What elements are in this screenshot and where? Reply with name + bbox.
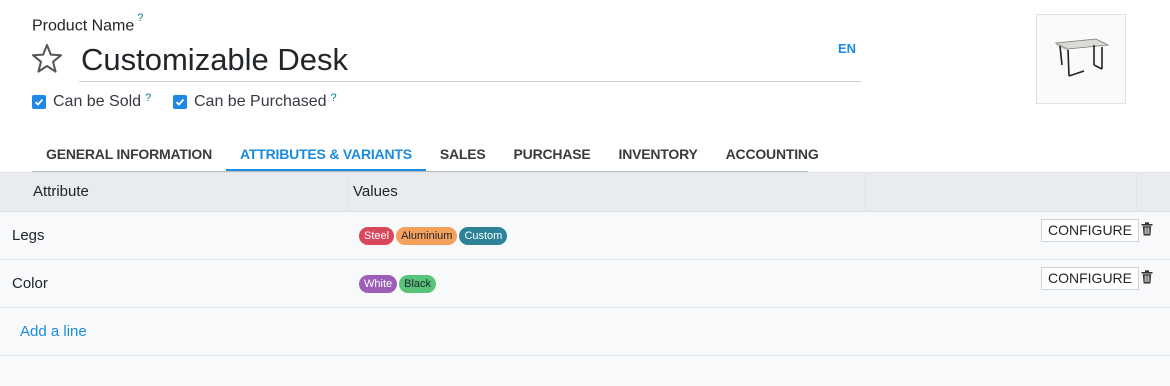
attribute-lines-table: Attribute Values Legs Steel Aluminium Cu… xyxy=(0,172,1170,386)
check-icon xyxy=(34,98,44,106)
help-icon[interactable]: ? xyxy=(137,12,143,24)
tab-purchase[interactable]: PURCHASE xyxy=(500,137,605,171)
value-tag: Aluminium xyxy=(396,226,458,245)
notebook-tabs: GENERAL INFORMATION ATTRIBUTES & VARIANT… xyxy=(32,137,819,172)
desk-image-icon xyxy=(1054,38,1110,77)
value-tag: Black xyxy=(399,274,437,293)
tab-sales[interactable]: SALES xyxy=(426,137,500,171)
add-line-row: Add a line xyxy=(0,308,1170,356)
values-cell[interactable]: Steel Aluminium Custom xyxy=(348,226,508,245)
can-be-sold-field[interactable]: Can be Sold? xyxy=(32,92,151,111)
column-header-empty xyxy=(866,173,1137,211)
tab-attributes-variants[interactable]: ATTRIBUTES & VARIANTS xyxy=(226,137,426,171)
tab-inventory[interactable]: INVENTORY xyxy=(605,137,712,171)
product-image[interactable] xyxy=(1036,14,1126,104)
check-icon xyxy=(175,98,185,106)
column-header-actions xyxy=(1137,173,1170,211)
star-icon[interactable] xyxy=(31,43,63,73)
help-icon[interactable]: ? xyxy=(145,92,151,104)
product-name-value[interactable]: Customizable Desk xyxy=(79,40,861,80)
column-header-attribute[interactable]: Attribute xyxy=(0,173,348,211)
can-be-purchased-checkbox[interactable] xyxy=(173,95,187,109)
value-tag: White xyxy=(359,274,398,293)
column-header-values[interactable]: Values xyxy=(348,173,866,211)
language-button[interactable]: EN xyxy=(838,41,856,56)
value-tag: Custom xyxy=(459,226,508,245)
product-name-input[interactable]: Customizable Desk EN xyxy=(79,40,861,82)
tab-general-information[interactable]: GENERAL INFORMATION xyxy=(32,137,226,171)
trash-icon[interactable] xyxy=(1141,222,1153,236)
can-be-purchased-label: Can be Purchased xyxy=(194,93,327,110)
product-name-label-text: Product Name xyxy=(32,17,135,35)
tab-accounting[interactable]: ACCOUNTING xyxy=(712,137,833,171)
help-icon[interactable]: ? xyxy=(331,92,337,104)
table-header: Attribute Values xyxy=(0,172,1170,212)
trash-icon[interactable] xyxy=(1141,270,1153,284)
add-a-line-link[interactable]: Add a line xyxy=(0,323,87,340)
product-name-label: Product Name? xyxy=(32,12,143,35)
configure-button[interactable]: CONFIGURE xyxy=(1041,219,1139,242)
table-row[interactable]: Color White Black CONFIGURE xyxy=(0,260,1170,308)
can-be-purchased-field[interactable]: Can be Purchased? xyxy=(173,92,337,111)
attribute-cell[interactable]: Color xyxy=(0,275,348,292)
values-cell[interactable]: White Black xyxy=(348,274,437,293)
attribute-cell[interactable]: Legs xyxy=(0,227,348,244)
table-filler xyxy=(0,356,1170,386)
table-row[interactable]: Legs Steel Aluminium Custom CONFIGURE xyxy=(0,212,1170,260)
configure-button[interactable]: CONFIGURE xyxy=(1041,267,1139,290)
can-be-sold-checkbox[interactable] xyxy=(32,95,46,109)
can-be-sold-label: Can be Sold xyxy=(53,93,142,110)
value-tag: Steel xyxy=(359,226,395,245)
